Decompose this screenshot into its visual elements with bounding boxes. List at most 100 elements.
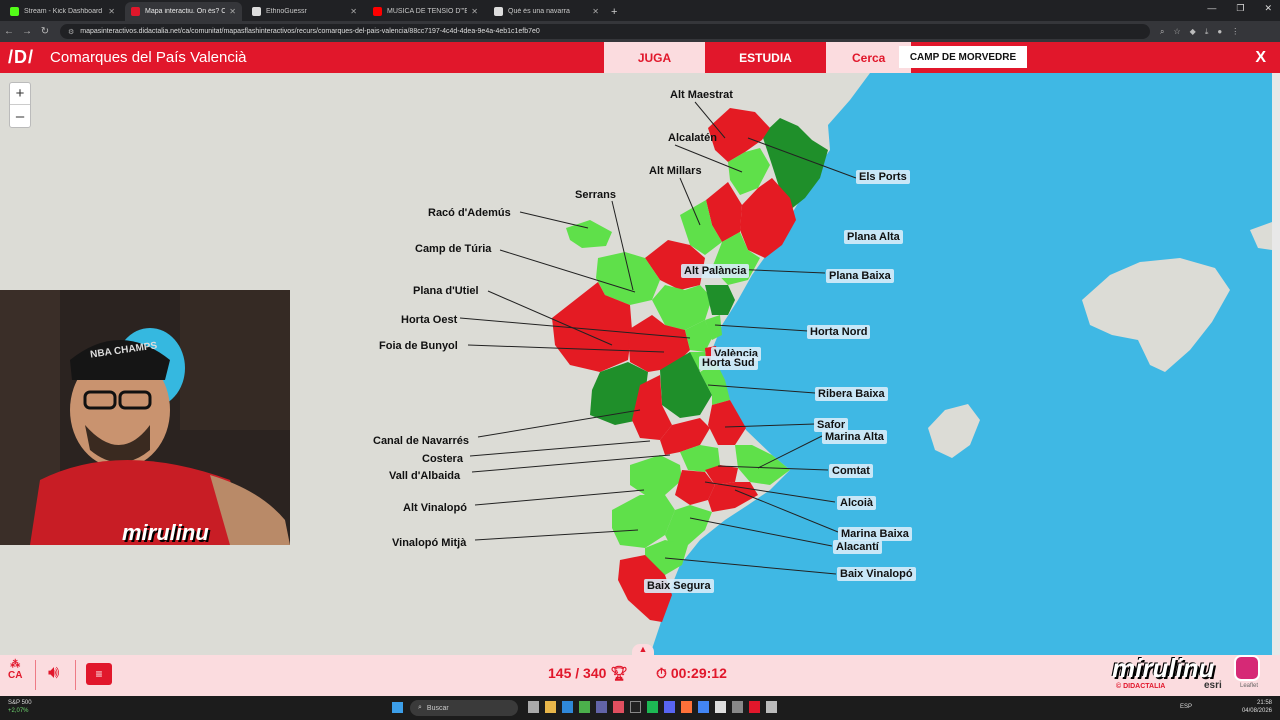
label-marina-alta: Marina Alta <box>822 430 887 444</box>
label-vall-albaida: Vall d'Albaida <box>389 470 461 482</box>
app-icon[interactable] <box>562 701 573 713</box>
label-alt-palancia: Alt Palància <box>681 264 750 278</box>
download-icon[interactable]: ⤓ <box>1205 27 1209 37</box>
search-input[interactable]: CAMP DE MORVEDRE <box>899 46 1027 68</box>
translate-icon: ⁂ <box>10 659 21 670</box>
chat-icon[interactable]: ≡ <box>86 663 112 685</box>
app-header: /D/ Comarques del País Valencià JUGA EST… <box>0 42 1280 73</box>
zoom-control: + – <box>9 82 31 128</box>
browser-tab-title: EthnoGuessr <box>266 8 307 15</box>
didactalia-icon <box>131 7 140 16</box>
browser-tab-title: Stream - Kick Dashboard <box>24 8 103 15</box>
language-label: CA <box>8 670 23 681</box>
extension-icon[interactable]: ◆ <box>1190 27 1196 37</box>
label-marina-baixa: Marina Baixa <box>838 527 912 541</box>
brand-text: mirulinu <box>1112 653 1215 683</box>
close-tab-icon[interactable]: ✕ <box>471 7 478 16</box>
page-icon <box>252 7 261 16</box>
stopwatch-icon: ⏱︎ <box>656 665 667 681</box>
label-serrans: Serrans <box>575 189 616 201</box>
browser-tab[interactable]: EthnoGuessr ✕ <box>246 2 363 21</box>
site-info-icon[interactable]: ⚙ <box>68 28 74 36</box>
scrollbar[interactable] <box>1272 73 1280 655</box>
stock-change: +2,07% <box>8 708 29 714</box>
close-tab-icon[interactable]: ✕ <box>350 7 357 16</box>
browser-tab[interactable]: Stream - Kick Dashboard ✕ <box>4 2 121 21</box>
forward-icon[interactable]: → <box>18 26 36 37</box>
youtube-icon <box>373 7 382 16</box>
close-button[interactable]: X <box>1255 49 1266 67</box>
menu-icon[interactable]: ⋮ <box>1231 27 1239 37</box>
app-icon[interactable] <box>647 701 658 713</box>
label-vinalopo-mitja: Vinalopó Mitjà <box>392 537 467 549</box>
taskbar-search[interactable]: ⌕ Buscar <box>410 700 518 716</box>
app-icon[interactable] <box>715 701 726 713</box>
zoom-icon[interactable]: ⌕ <box>1160 27 1164 37</box>
zoom-in-button[interactable]: + <box>10 83 30 105</box>
streamer-brand: mirulinu © DIDACTALIA esri Leaflet <box>1112 653 1262 695</box>
webcam-watermark: mirulinu <box>122 520 209 545</box>
app-icon[interactable] <box>528 701 539 713</box>
url-field[interactable]: ⚙ mapasinteractivos.didactalia.net/ca/com… <box>60 24 1150 39</box>
island-menorca <box>1250 222 1272 250</box>
app-icon[interactable] <box>698 701 709 713</box>
browser-tab[interactable]: MÚSICA DE TENSIÓ D'"EL ✕ <box>367 2 484 21</box>
bookmark-icon[interactable]: ☆ <box>1173 27 1180 37</box>
app-icon[interactable] <box>681 701 692 713</box>
profile-icon[interactable]: ● <box>1217 27 1222 37</box>
mode-tabs: JUGA ESTUDIA Cerca <box>604 42 911 73</box>
kick-icon <box>10 7 19 16</box>
app-icon[interactable] <box>664 701 675 713</box>
divider <box>35 660 36 690</box>
minimize-icon[interactable]: — <box>1207 3 1216 14</box>
instagram-icon <box>1234 655 1260 681</box>
label-plana-alta: Plana Alta <box>844 230 903 244</box>
maximize-icon[interactable]: ❐ <box>1236 3 1244 14</box>
browser-tab-title: Què és una navarra <box>508 8 570 15</box>
close-tab-icon[interactable]: ✕ <box>108 7 115 16</box>
label-els-ports: Els Ports <box>856 170 910 184</box>
tab-juga[interactable]: JUGA <box>604 42 705 73</box>
zoom-out-button[interactable]: – <box>10 105 30 127</box>
browser-tab-active[interactable]: Mapa interactiu. On és? Comu✕ <box>125 2 242 21</box>
label-baix-segura: Baix Segura <box>644 579 714 593</box>
app-icon[interactable] <box>579 701 590 713</box>
tab-estudia[interactable]: ESTUDIA <box>705 42 826 73</box>
back-icon[interactable]: ← <box>0 26 18 37</box>
app-icon[interactable] <box>545 701 556 713</box>
sound-icon[interactable]: 🔊︎ <box>48 662 59 683</box>
label-alcalaten: Alcalatén <box>668 132 717 144</box>
url-text: mapasinteractivos.didactalia.net/ca/comu… <box>80 28 540 35</box>
app-footer: ⁂ CA 🔊︎ ≡ 145 / 340 🏆︎ ⏱︎ 00:29:12 <box>0 655 1280 696</box>
label-canal-navarres: Canal de Navarrés <box>373 435 469 447</box>
app-icon[interactable] <box>749 701 760 713</box>
browser-tab[interactable]: Què és una navarra ✕ <box>488 2 605 21</box>
new-tab-button[interactable]: + <box>611 2 617 21</box>
language-selector[interactable]: ⁂ CA <box>8 659 22 681</box>
label-ribera-baixa: Ribera Baixa <box>815 387 888 401</box>
label-horta-nord: Horta Nord <box>807 325 871 339</box>
app-icon[interactable] <box>613 701 624 713</box>
taskbar-search-text: Buscar <box>426 704 449 712</box>
close-tab-icon[interactable]: ✕ <box>229 7 236 16</box>
stock-widget[interactable]: S&P 500 +2,07% <box>8 699 32 715</box>
trophy-icon: 🏆︎ <box>610 665 629 681</box>
os-taskbar: S&P 500 +2,07% ⌕ Buscar ESP 21:58 04/08/2… <box>0 696 1280 720</box>
reload-icon[interactable]: ↻ <box>36 26 54 37</box>
close-window-icon[interactable]: ✕ <box>1264 3 1272 14</box>
timer-text: 00:29:12 <box>670 665 727 681</box>
address-bar-row: ← → ↻ ⚙ mapasinteractivos.didactalia.net/… <box>0 21 1280 42</box>
label-alt-vinalopo: Alt Vinalopó <box>403 502 467 514</box>
browser-tab-strip: Stream - Kick Dashboard ✕ Mapa interactiu… <box>0 0 1280 21</box>
system-tray[interactable]: ESP 21:58 04/08/2026 <box>1180 699 1272 715</box>
label-alt-maestrat: Alt Maestrat <box>670 89 733 101</box>
taskbar-apps <box>528 701 777 713</box>
app-icon[interactable] <box>732 701 743 713</box>
app-icon[interactable] <box>766 701 777 713</box>
extension-icons: ⌕ ☆ ◆ ⤓ ● ⋮ <box>1160 27 1239 37</box>
app-icon[interactable] <box>630 701 641 713</box>
app-icon[interactable] <box>596 701 607 713</box>
island-mallorca <box>1082 258 1230 372</box>
close-tab-icon[interactable]: ✕ <box>592 7 599 16</box>
start-icon[interactable] <box>392 702 403 713</box>
